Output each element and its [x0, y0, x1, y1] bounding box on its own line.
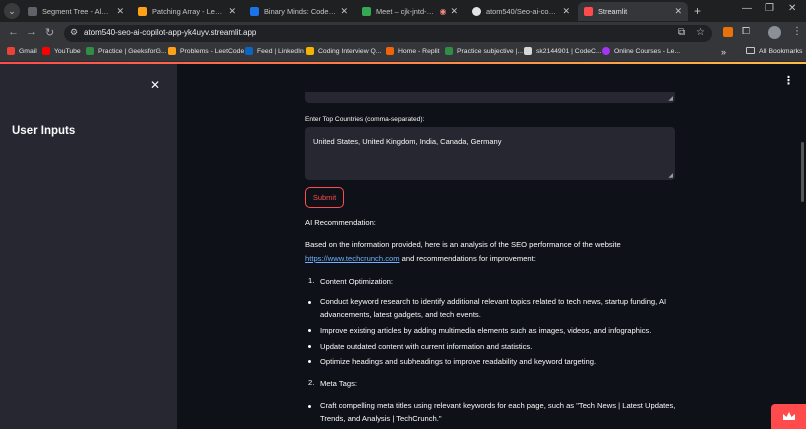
- bullet-dot: [308, 301, 311, 304]
- coding-interview-icon: [306, 47, 314, 55]
- bookmark-online-courses[interactable]: Online Courses - Le...: [602, 47, 680, 55]
- section-title: Content Optimization:: [320, 277, 394, 286]
- close-sidebar-icon[interactable]: ✕: [150, 78, 160, 92]
- tab-favicon-icon: [362, 7, 371, 16]
- section-number: 1.: [308, 276, 315, 285]
- bookmark-replit[interactable]: Home - Replit: [386, 47, 440, 55]
- site-info-icon[interactable]: ⚙: [70, 27, 78, 38]
- section-number: 2.: [308, 378, 315, 387]
- bookmark-gmail[interactable]: Gmail: [7, 47, 37, 55]
- submit-button[interactable]: Submit: [305, 187, 344, 208]
- codechef-icon: [524, 47, 532, 55]
- tab-streamlit[interactable]: Streamlit ✕: [578, 2, 688, 21]
- install-app-icon[interactable]: ⧉: [678, 27, 685, 38]
- all-bookmarks-button[interactable]: All Bookmarks: [746, 47, 802, 55]
- bookmark-geeksforgeeks[interactable]: Practice | GeeksforG...: [86, 47, 167, 55]
- forward-icon[interactable]: →: [26, 26, 37, 38]
- github-icon: [472, 7, 481, 16]
- tab-favicon-icon: [138, 7, 147, 16]
- bookmark-linkedin[interactable]: Feed | LinkedIn: [245, 47, 304, 55]
- sidebar-title: User Inputs: [12, 125, 76, 137]
- geeksforgeeks-icon: [86, 47, 94, 55]
- bookmark-youtube[interactable]: YouTube: [42, 47, 81, 55]
- countries-value[interactable]: United States, United Kingdom, India, Ca…: [313, 137, 501, 146]
- list-item: Craft compelling meta titles using relev…: [320, 401, 676, 423]
- bookmark-coding-interview[interactable]: Coding Interview Q...: [306, 47, 381, 55]
- tab-favicon-icon: [28, 7, 37, 16]
- extension-icon[interactable]: [723, 27, 733, 37]
- techcrunch-link[interactable]: https://www.techcrunch.com: [305, 254, 400, 263]
- geeksforgeeks-icon: [445, 47, 453, 55]
- folder-icon: [746, 47, 755, 54]
- chrome-menu-icon[interactable]: ⋮: [792, 26, 802, 37]
- tab-github-repo[interactable]: atom540/Seo-ai-copilot ✕: [466, 2, 576, 21]
- close-tab-icon[interactable]: ✕: [674, 6, 682, 17]
- restore-icon[interactable]: ❐: [765, 3, 774, 14]
- close-tab-icon[interactable]: ✕: [340, 6, 348, 17]
- close-tab-icon[interactable]: ✕: [116, 6, 124, 17]
- back-icon[interactable]: ←: [8, 26, 19, 38]
- close-tab-icon[interactable]: ✕: [228, 6, 236, 17]
- list-item: Improve existing articles by adding mult…: [320, 326, 652, 335]
- sidebar: ✕ User Inputs: [0, 64, 177, 429]
- scrollbar[interactable]: [801, 142, 804, 202]
- browser-toolbar: ← → ↻ ⚙ atom540-seo-ai-copilot-app-yk4uy…: [0, 22, 806, 44]
- tab-binary-minds[interactable]: Binary Minds: Code, Innov ✕: [244, 2, 354, 21]
- countries-textarea[interactable]: United States, United Kingdom, India, Ca…: [305, 127, 675, 180]
- bullet-dot: [308, 405, 311, 408]
- section-title: Meta Tags:: [320, 379, 358, 388]
- resize-handle-icon[interactable]: ◢: [668, 95, 673, 102]
- tab-meet[interactable]: Meet – cjk-jntd-cjm ◉ ✕: [356, 2, 464, 21]
- new-tab-icon[interactable]: +: [694, 4, 701, 18]
- udemy-icon: [602, 47, 610, 55]
- bullet-dot: [308, 345, 311, 348]
- close-window-icon[interactable]: ✕: [788, 3, 796, 14]
- streamlit-favicon-icon: [584, 7, 593, 16]
- tab-segment-tree[interactable]: Segment Tree - Algorithm ✕: [22, 2, 130, 21]
- linkedin-icon: [245, 47, 253, 55]
- tab-search-icon[interactable]: ⌄: [4, 3, 20, 19]
- profile-avatar[interactable]: [768, 26, 781, 39]
- url-text[interactable]: atom540-seo-ai-copilot-app-yk4uyv.stream…: [84, 28, 256, 37]
- bookmark-codechef[interactable]: sk2144901 | CodeC...: [524, 47, 602, 55]
- recommendation-intro: Based on the information provided, here …: [305, 240, 621, 263]
- streamlit-app: ✕ User Inputs ⋮ ◢ Enter Top Countries (c…: [0, 62, 806, 429]
- previous-textarea[interactable]: ◢: [305, 92, 675, 103]
- minimize-icon[interactable]: —: [742, 3, 752, 14]
- extensions-puzzle-icon[interactable]: ⧠: [742, 26, 750, 37]
- recording-icon: ◉: [439, 7, 447, 16]
- browser-tab-strip: ⌄ Segment Tree - Algorithm ✕ Patching Ar…: [0, 0, 806, 22]
- streamlit-manage-app-button[interactable]: [771, 404, 806, 429]
- bullet-dot: [308, 329, 311, 332]
- main-menu-icon[interactable]: ⋮: [783, 74, 794, 87]
- bookmark-leetcode[interactable]: Problems - LeetCode: [168, 47, 244, 55]
- list-item: Conduct keyword research to identify add…: [320, 297, 667, 319]
- replit-icon: [386, 47, 394, 55]
- close-tab-icon[interactable]: ✕: [450, 6, 458, 17]
- gmail-icon: [7, 47, 15, 55]
- youtube-icon: [42, 47, 50, 55]
- leetcode-icon: [168, 47, 176, 55]
- reload-icon[interactable]: ↻: [45, 26, 54, 39]
- bookmarks-bar: Gmail YouTube Practice | GeeksforG... Pr…: [0, 44, 806, 62]
- resize-handle-icon[interactable]: ◢: [668, 172, 673, 179]
- address-bar[interactable]: ⚙ atom540-seo-ai-copilot-app-yk4uyv.stre…: [64, 25, 712, 42]
- tab-patching-array[interactable]: Patching Array - LeetCode ✕: [132, 2, 242, 21]
- recommendation-heading: AI Recommendation:: [305, 218, 376, 227]
- close-tab-icon[interactable]: ✕: [562, 6, 570, 17]
- list-item: Update outdated content with current inf…: [320, 342, 533, 351]
- crown-icon: [783, 412, 795, 420]
- tab-favicon-icon: [250, 7, 259, 16]
- more-bookmarks-icon[interactable]: »: [721, 47, 726, 57]
- bullet-dot: [308, 360, 311, 363]
- list-item: Optimize headings and subheadings to imp…: [320, 357, 597, 366]
- bookmark-star-icon[interactable]: ☆: [696, 27, 705, 38]
- bookmark-practice-subjective[interactable]: Practice subjective |...: [445, 47, 523, 55]
- countries-label: Enter Top Countries (comma-separated):: [305, 116, 425, 123]
